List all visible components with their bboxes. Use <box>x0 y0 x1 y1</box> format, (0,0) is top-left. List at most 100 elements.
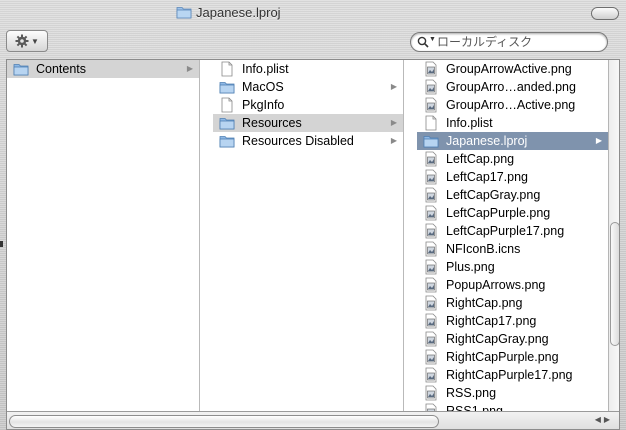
list-item[interactable]: PopupArrows.png <box>417 276 608 294</box>
document-icon <box>221 61 233 77</box>
list-item[interactable]: Info.plist <box>417 114 608 132</box>
list-item-label: GroupArro…Active.png <box>446 98 576 112</box>
list-item[interactable]: PkgInfo <box>213 96 403 114</box>
list-item[interactable]: RightCapGray.png <box>417 330 608 348</box>
list-item[interactable]: RightCap17.png <box>417 312 608 330</box>
list-item-label: Resources <box>242 116 302 130</box>
list-item[interactable]: LeftCapPurple.png <box>417 204 608 222</box>
column-2: Info.plist MacOS ▶ PkgInfo Resources ▶ Resourc… <box>213 60 403 412</box>
search-options-chevron-icon[interactable]: ▼ <box>429 36 436 43</box>
folder-icon <box>423 136 439 148</box>
search-field[interactable]: ▼ <box>410 32 608 52</box>
disclosure-arrow-icon: ▶ <box>390 118 397 127</box>
list-item-label: Japanese.lproj <box>446 134 528 148</box>
list-item-label: LeftCapPurple.png <box>446 206 551 220</box>
action-menu-button[interactable]: ▼ <box>6 30 48 52</box>
disclosure-arrow-icon: ▶ <box>390 82 397 91</box>
column-1: Contents ▶ <box>7 60 199 412</box>
document-icon <box>221 97 233 113</box>
folder-icon <box>219 82 235 94</box>
list-item-label: RightCapPurple17.png <box>446 368 573 382</box>
image-file-icon <box>425 151 437 167</box>
window-title-group: Japanese.lproj <box>176 3 281 21</box>
search-input[interactable] <box>437 34 601 50</box>
list-item[interactable]: NFIconB.icns <box>417 240 608 258</box>
list-item-label: Contents <box>36 62 87 76</box>
list-item-label: LeftCap.png <box>446 152 515 166</box>
horizontal-scroll-thumb[interactable] <box>9 415 439 428</box>
list-item-label: RSS.png <box>446 386 497 400</box>
list-item[interactable]: Resources ▶ <box>213 114 403 132</box>
list-item[interactable]: GroupArro…Active.png <box>417 96 608 114</box>
list-item[interactable]: Japanese.lproj ▶ <box>417 132 608 150</box>
column-divider[interactable] <box>199 60 200 412</box>
folder-icon <box>219 136 235 148</box>
title-bar: Japanese.lproj <box>0 0 626 24</box>
list-item[interactable]: RightCap.png <box>417 294 608 312</box>
list-item-label: MacOS <box>242 80 284 94</box>
list-item[interactable]: Resources Disabled ▶ <box>213 132 403 150</box>
list-item-label: GroupArrowActive.png <box>446 62 572 76</box>
vertical-scroll-thumb[interactable] <box>610 222 619 346</box>
image-file-icon <box>425 331 437 347</box>
list-item[interactable]: Info.plist <box>213 60 403 78</box>
list-item[interactable]: Plus.png <box>417 258 608 276</box>
column-divider[interactable] <box>403 60 404 412</box>
image-file-icon <box>425 205 437 221</box>
vertical-scrollbar[interactable] <box>608 60 619 411</box>
image-file-icon <box>425 241 437 257</box>
list-item[interactable]: Contents ▶ <box>7 60 199 78</box>
gear-icon <box>15 34 29 48</box>
list-item-label: RightCapPurple.png <box>446 350 559 364</box>
list-item[interactable]: GroupArrowActive.png <box>417 60 608 78</box>
list-item[interactable]: LeftCap17.png <box>417 168 608 186</box>
window-title: Japanese.lproj <box>196 4 281 20</box>
list-item[interactable]: RightCapPurple.png <box>417 348 608 366</box>
list-item-label: PopupArrows.png <box>446 278 546 292</box>
list-item-label: LeftCapGray.png <box>446 188 541 202</box>
list-item-label: Resources Disabled <box>242 134 354 148</box>
image-file-icon <box>425 367 437 383</box>
column-browser: Contents▶ || Info.plistMacOS▶PkgInfoReso… <box>6 59 620 430</box>
disclosure-arrow-icon: ▶ <box>186 64 193 73</box>
list-item[interactable]: MacOS ▶ <box>213 78 403 96</box>
search-icon <box>417 36 429 48</box>
disclosure-arrow-icon: ▶ <box>390 136 397 145</box>
disclosure-arrow-icon: ▶ <box>595 136 602 145</box>
image-file-icon <box>425 223 437 239</box>
image-file-icon <box>425 385 437 401</box>
list-item[interactable]: LeftCapPurple17.png <box>417 222 608 240</box>
image-file-icon <box>425 79 437 95</box>
image-file-icon <box>425 187 437 203</box>
list-item[interactable]: LeftCapGray.png <box>417 186 608 204</box>
column-3: GroupArrowActive.png GroupArro…anded.png G… <box>417 60 608 412</box>
list-item-label: Plus.png <box>446 260 495 274</box>
toolbar-toggle-button[interactable] <box>591 7 619 20</box>
list-item-label: LeftCapPurple17.png <box>446 224 565 238</box>
document-icon <box>425 115 437 131</box>
list-item-label: RightCap17.png <box>446 314 537 328</box>
resize-notch <box>0 241 3 247</box>
horizontal-scrollbar[interactable]: ◀▶ <box>7 411 619 429</box>
folder-icon <box>13 64 29 76</box>
chevron-down-icon: ▼ <box>31 36 39 46</box>
list-item-label: Info.plist <box>446 116 493 130</box>
image-file-icon <box>425 313 437 329</box>
window-chrome: Japanese.lproj ▼ ▼ Contents ▶ <box>0 0 626 430</box>
list-item-label: RightCap.png <box>446 296 523 310</box>
image-file-icon <box>425 97 437 113</box>
image-file-icon <box>425 61 437 77</box>
folder-icon <box>176 7 192 19</box>
image-file-icon <box>425 277 437 293</box>
list-item[interactable]: GroupArro…anded.png <box>417 78 608 96</box>
list-item[interactable]: LeftCap.png <box>417 150 608 168</box>
folder-icon <box>219 118 235 130</box>
scroll-arrows-icon[interactable]: ◀▶ <box>595 415 613 424</box>
list-item-label: GroupArro…anded.png <box>446 80 576 94</box>
list-item-label: LeftCap17.png <box>446 170 529 184</box>
list-item[interactable]: RSS.png <box>417 384 608 402</box>
list-item-label: NFIconB.icns <box>446 242 521 256</box>
list-item-label: PkgInfo <box>242 98 285 112</box>
image-file-icon <box>425 349 437 365</box>
list-item[interactable]: RightCapPurple17.png <box>417 366 608 384</box>
